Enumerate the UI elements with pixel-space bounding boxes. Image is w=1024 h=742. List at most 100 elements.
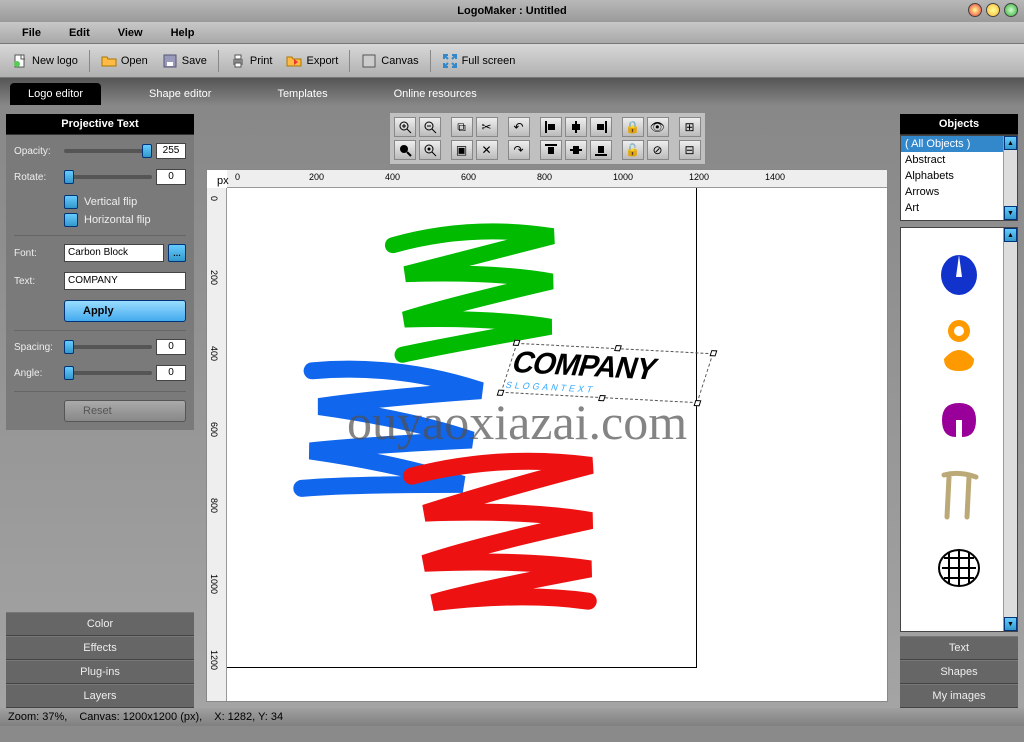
canvas-button[interactable]: Canvas: [355, 50, 424, 72]
apply-button[interactable]: Apply: [64, 300, 186, 322]
menu-edit[interactable]: Edit: [55, 27, 104, 39]
unlock-icon[interactable]: 🔓: [622, 140, 644, 160]
delete-icon[interactable]: ✕: [476, 140, 498, 160]
tab-templates[interactable]: Templates: [259, 83, 345, 105]
green-brush-shape[interactable]: [381, 210, 573, 365]
rotate-label: Rotate:: [14, 172, 60, 183]
spacing-slider[interactable]: [64, 345, 152, 349]
angle-value[interactable]: 0: [156, 365, 186, 381]
menu-view[interactable]: View: [104, 27, 157, 39]
angle-slider[interactable]: [64, 371, 152, 375]
accordion-shapes[interactable]: Shapes: [900, 660, 1018, 684]
shape-thumb-5[interactable]: [931, 540, 987, 596]
tab-online-resources[interactable]: Online resources: [376, 83, 495, 105]
category-alphabets[interactable]: Alphabets: [901, 168, 1017, 184]
vertical-flip-checkbox[interactable]: [64, 195, 78, 209]
copy-icon[interactable]: ⧉: [451, 117, 473, 137]
rotate-value[interactable]: 0: [156, 169, 186, 185]
new-logo-label: New logo: [32, 55, 78, 67]
zoom-out-icon[interactable]: [419, 117, 441, 137]
scroll-up-icon[interactable]: ▲: [1004, 136, 1017, 150]
accordion-effects[interactable]: Effects: [6, 636, 194, 660]
accordion-color[interactable]: Color: [6, 612, 194, 636]
toolbar-separator: [89, 50, 90, 72]
align-center-h-icon[interactable]: [565, 117, 587, 137]
shape-thumb-4[interactable]: [931, 466, 987, 522]
print-button[interactable]: Print: [224, 50, 279, 72]
status-coords: X: 1282, Y: 34: [214, 711, 283, 723]
align-top-icon[interactable]: [540, 140, 562, 160]
menu-file[interactable]: File: [8, 27, 55, 39]
divider: [14, 330, 186, 331]
lock-icon[interactable]: 🔒: [622, 117, 644, 137]
align-right-icon[interactable]: [590, 117, 612, 137]
workspace: Projective Text Opacity: 255 Rotate: 0 V…: [0, 106, 1024, 708]
cut-icon[interactable]: ✂: [476, 117, 498, 137]
accordion-my-images[interactable]: My images: [900, 684, 1018, 708]
scroll-up-icon[interactable]: ▲: [1004, 228, 1017, 242]
opacity-value[interactable]: 255: [156, 143, 186, 159]
red-brush-shape[interactable]: [400, 440, 614, 627]
fullscreen-label: Full screen: [462, 55, 516, 67]
menu-help[interactable]: Help: [157, 27, 209, 39]
title-bar: LogoMaker : Untitled: [0, 0, 1024, 22]
hidden-icon[interactable]: ⊘: [647, 140, 669, 160]
export-button[interactable]: Export: [280, 50, 344, 72]
zoom-fit-icon[interactable]: [394, 140, 416, 160]
window-controls: [968, 3, 1018, 17]
scroll-down-icon[interactable]: ▼: [1004, 617, 1017, 631]
accordion-layers[interactable]: Layers: [6, 684, 194, 708]
visible-icon[interactable]: 👁: [647, 117, 669, 137]
fullscreen-icon: [442, 53, 458, 69]
shape-thumb-1[interactable]: [931, 244, 987, 300]
close-window-icon[interactable]: [968, 3, 982, 17]
tab-shape-editor[interactable]: Shape editor: [131, 83, 229, 105]
align-left-icon[interactable]: [540, 117, 562, 137]
category-scrollbar[interactable]: ▲ ▼: [1003, 136, 1017, 220]
font-browse-button[interactable]: …: [168, 244, 186, 262]
shape-thumb-3[interactable]: [931, 392, 987, 448]
accordion-text[interactable]: Text: [900, 636, 1018, 660]
thumbs-scrollbar[interactable]: ▲ ▼: [1003, 228, 1017, 631]
group-icon[interactable]: ⊞: [679, 117, 701, 137]
shape-thumb-2[interactable]: [931, 318, 987, 374]
category-art[interactable]: Art: [901, 200, 1017, 216]
canvas[interactable]: COMPANY SLOGANTEXT ouyaoxiazai.com: [227, 188, 887, 701]
minimize-window-icon[interactable]: [986, 3, 1000, 17]
zoom-actual-icon[interactable]: [419, 140, 441, 160]
object-category-list: ( All Objects ) Abstract Alphabets Arrow…: [900, 135, 1018, 221]
font-label: Font:: [14, 248, 60, 259]
ungroup-icon[interactable]: ⊟: [679, 140, 701, 160]
rotate-slider[interactable]: [64, 175, 152, 179]
divider: [14, 235, 186, 236]
save-button[interactable]: Save: [156, 50, 213, 72]
align-center-v-icon[interactable]: [565, 140, 587, 160]
zoom-in-icon[interactable]: [394, 117, 416, 137]
category-abstract[interactable]: Abstract: [901, 152, 1017, 168]
reset-button[interactable]: Reset: [64, 400, 186, 422]
text-input[interactable]: COMPANY: [64, 272, 186, 290]
panel-header-projective-text: Projective Text: [6, 114, 194, 135]
open-button[interactable]: Open: [95, 50, 154, 72]
maximize-window-icon[interactable]: [1004, 3, 1018, 17]
horizontal-flip-checkbox[interactable]: [64, 213, 78, 227]
tab-logo-editor[interactable]: Logo editor: [10, 83, 101, 105]
category-all-objects[interactable]: ( All Objects ): [901, 136, 1017, 152]
canvas-toolbar: ⧉ ✂ ▣ ✕ ↶ ↷ 🔒: [389, 112, 706, 165]
spacing-value[interactable]: 0: [156, 339, 186, 355]
company-text-object[interactable]: COMPANY SLOGANTEXT: [501, 343, 714, 403]
align-bottom-icon[interactable]: [590, 140, 612, 160]
font-input[interactable]: Carbon Block: [64, 244, 164, 262]
opacity-slider[interactable]: [64, 149, 152, 153]
new-logo-button[interactable]: New logo: [6, 50, 84, 72]
scroll-down-icon[interactable]: ▼: [1004, 206, 1017, 220]
redo-icon[interactable]: ↷: [508, 140, 530, 160]
panel-body: Opacity: 255 Rotate: 0 Vertical flip Hor…: [6, 135, 194, 430]
undo-icon[interactable]: ↶: [508, 117, 530, 137]
category-arrows[interactable]: Arrows: [901, 184, 1017, 200]
save-icon: [162, 53, 178, 69]
accordion-plugins[interactable]: Plug-ins: [6, 660, 194, 684]
paste-icon[interactable]: ▣: [451, 140, 473, 160]
text-label: Text:: [14, 276, 60, 287]
fullscreen-button[interactable]: Full screen: [436, 50, 522, 72]
